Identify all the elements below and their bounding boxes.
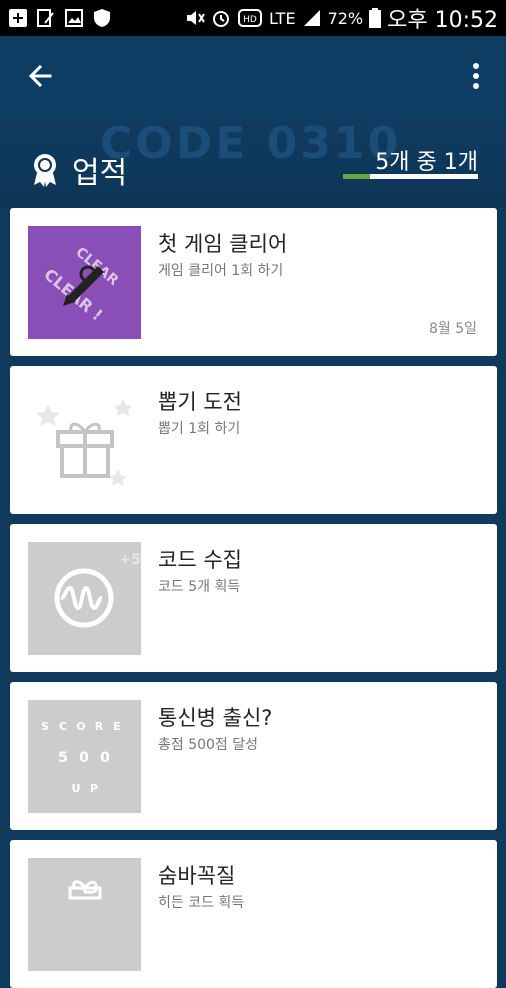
progress-bar [343,174,478,179]
battery-percent: 72% [327,8,364,28]
medal-icon [34,154,56,187]
edit-notification-icon [37,9,54,27]
hd-icon: HD [237,9,262,27]
back-arrow-icon[interactable] [22,58,58,94]
achievement-card-gacha[interactable]: 뽑기 도전 뽑기 1회 하기 [10,366,497,514]
svg-text:+5: +5 [119,552,140,568]
svg-text:0: 0 [79,750,89,766]
alarm-icon [212,11,229,27]
achievement-title: 뽑기 도전 [158,390,242,414]
achievement-title: 코드 수집 [158,548,242,572]
gift-icon [28,384,141,497]
status-bar: HD LTE 72% 오후 10:52 [0,0,506,36]
achievement-desc: 게임 클리어 1회 하기 [158,263,284,279]
hidden-gift-icon [28,858,141,971]
progress-fill [343,174,370,179]
battery-icon [369,8,382,28]
svg-text:C: C [59,720,67,733]
notification-icons [8,8,112,28]
signal-icon [303,10,320,26]
more-vert-icon[interactable] [464,58,488,94]
achievement-title: 첫 게임 클리어 [158,232,288,256]
achievements-header: CODE 0310 업적 5개 중 1개 [0,116,506,208]
svg-text:O: O [76,720,85,733]
app-bar [0,36,506,116]
svg-text:0: 0 [100,750,110,766]
wave-code-icon: +5 [28,542,141,655]
achievement-desc: 코드 5개 획득 [158,579,241,595]
svg-text:S: S [41,720,49,733]
svg-text:E: E [113,720,121,733]
svg-text:HD: HD [243,15,257,25]
page-title-group: 업적 [30,148,127,192]
achievement-date: 8월 5일 [428,321,477,337]
score-500-up-icon: SCORE 500 UP [28,700,141,813]
image-notification-icon [65,9,83,27]
achievement-card-score-500[interactable]: SCORE 500 UP 통신병 출신? 총점 500점 달성 [10,682,497,830]
shield-notification-icon [94,9,110,27]
achievement-card-code-collect[interactable]: +5 코드 수집 코드 5개 획득 [10,524,497,672]
svg-text:U: U [72,782,81,795]
achievement-title: 통신병 출신? [158,706,273,730]
achievement-card-first-clear[interactable]: CLEAR CLEAR ! 첫 게임 클리어 게임 클리어 1회 하기 8월 5… [10,208,497,356]
clock: 오후 10:52 [387,8,498,33]
add-notification-icon [9,9,27,27]
progress-text: 5개 중 1개 [375,150,478,175]
watermark: CODE 0310 [100,118,402,169]
mute-icon [186,11,205,25]
achievement-desc: 총점 500점 달성 [158,737,259,753]
system-indicators: HD LTE 72% 오후 10:52 [185,2,498,34]
achievement-card-hide-and-seek[interactable]: 숨바꼭질 히든 코드 획득 [10,840,497,988]
achievement-desc: 뽑기 1회 하기 [158,421,241,437]
svg-text:5: 5 [58,750,68,766]
achievement-title: 숨바꼭질 [158,864,236,888]
page-title: 업적 [72,156,128,191]
achievement-desc: 히든 코드 획득 [158,895,245,911]
svg-text:R: R [95,720,104,733]
clear-badge-icon: CLEAR CLEAR ! [28,226,141,339]
network-type: LTE [268,8,296,28]
svg-text:P: P [90,782,98,795]
